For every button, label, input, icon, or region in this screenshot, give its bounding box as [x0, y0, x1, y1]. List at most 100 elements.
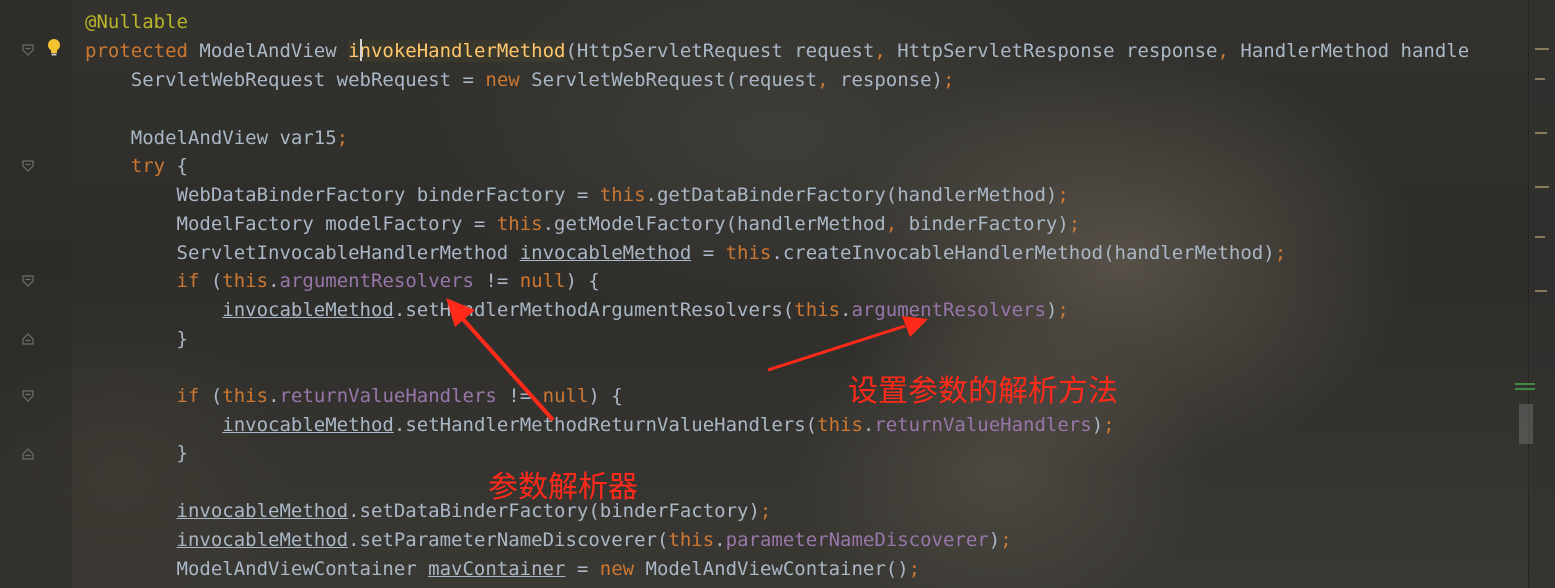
code-token: (	[199, 385, 223, 407]
code-token: )	[1091, 414, 1104, 436]
code-token: .getDataBinderFactory(handlerMethod)	[645, 184, 1058, 206]
keyword-token: this	[817, 414, 863, 436]
code-line-10: if (this.argumentResolvers != null) {	[85, 267, 600, 295]
code-line-1: @Nullable	[85, 8, 188, 36]
code-token: .setParameterNameDiscoverer(	[348, 529, 669, 551]
stripe-mark[interactable]	[1535, 78, 1545, 80]
code-token: ModelAndViewContainer()	[634, 558, 909, 580]
code-token: ModelFactory modelFactory =	[85, 213, 497, 235]
code-token: =	[565, 558, 600, 580]
code-line-14: if (this.returnValueHandlers != null) {	[85, 382, 623, 410]
keyword-token: null	[542, 385, 589, 407]
code-line-16: }	[85, 439, 188, 467]
code-line-18: invocableMethod.setDataBinderFactory(bin…	[85, 497, 772, 525]
keyword-token: this	[668, 529, 715, 551]
code-token: .	[268, 270, 280, 292]
variable-token[interactable]: invocableMethod	[177, 529, 349, 551]
stripe-mark[interactable]	[1535, 290, 1547, 292]
code-line-15: invocableMethod.setHandlerMethodReturnVa…	[85, 411, 1115, 439]
stripe-mark[interactable]	[1535, 236, 1545, 238]
code-token: !=	[473, 270, 520, 292]
semicolon-token: ;	[1068, 213, 1081, 235]
code-token: ModelAndView var15	[85, 127, 337, 149]
code-token: {	[165, 155, 188, 177]
text-caret	[360, 39, 362, 61]
code-token: .	[840, 299, 852, 321]
field-token[interactable]: returnValueHandlers	[280, 385, 497, 407]
semicolon-token: ;	[759, 500, 772, 522]
keyword-token: this	[599, 184, 646, 206]
comma-token: ,	[885, 213, 898, 235]
stripe-mark[interactable]	[1535, 48, 1549, 50]
code-token: ServletWebRequest webRequest =	[85, 69, 486, 91]
code-token: ModelAndViewContainer	[85, 558, 429, 580]
field-token[interactable]: argumentResolvers	[280, 270, 474, 292]
keyword-token: this	[794, 299, 841, 321]
code-token: (HttpServletRequest request	[565, 40, 875, 62]
code-token: )	[988, 529, 1001, 551]
code-token: ) {	[565, 270, 600, 292]
editor-scrollbar[interactable]	[1515, 0, 1555, 588]
code-line-12: }	[85, 325, 188, 353]
variable-token[interactable]: invocableMethod	[177, 500, 349, 522]
annotation-set-param-parser: 设置参数的解析方法	[848, 374, 1118, 409]
code-token: ModelAndView	[187, 40, 349, 62]
semicolon-token: ;	[336, 127, 349, 149]
comma-token: ,	[817, 69, 829, 91]
field-token[interactable]: argumentResolvers	[851, 299, 1045, 321]
annotation-param-resolver: 参数解析器	[488, 470, 638, 505]
stripe-mark[interactable]	[1535, 186, 1549, 188]
variable-token[interactable]: invocableMethod	[222, 414, 394, 436]
variable-token[interactable]: mavContainer	[428, 558, 565, 580]
code-line-8: ModelFactory modelFactory = this.getMode…	[85, 210, 1081, 238]
keyword-token: this	[222, 270, 269, 292]
annotation-token: @Nullable	[85, 11, 188, 33]
keyword-token: new	[599, 558, 635, 580]
code-token: HttpServletResponse response	[885, 40, 1218, 62]
stripe-change-mark[interactable]	[1515, 388, 1535, 390]
code-token: .getModelFactory(handlerMethod	[542, 213, 886, 235]
stripe-mark[interactable]	[1535, 132, 1547, 134]
code-token: !=	[496, 385, 543, 407]
semicolon-token: ;	[1000, 529, 1012, 551]
scroll-thumb[interactable]	[1519, 404, 1533, 444]
keyword-token: if	[176, 385, 200, 407]
method-name-token[interactable]: invokeHandlerMethod	[348, 40, 566, 62]
code-token: =	[691, 242, 726, 264]
comma-token: ,	[874, 40, 886, 62]
comma-token: ,	[1217, 40, 1229, 62]
code-line-6: try {	[85, 152, 188, 180]
keyword-token: this	[222, 385, 269, 407]
variable-token[interactable]: invocableMethod	[222, 299, 394, 321]
code-line-7: WebDataBinderFactory binderFactory = thi…	[85, 181, 1069, 209]
field-token[interactable]: returnValueHandlers	[874, 414, 1091, 436]
code-token: .	[714, 529, 726, 551]
code-line-5: ModelAndView var15;	[85, 124, 348, 152]
keyword-token: if	[176, 270, 200, 292]
stripe-change-mark[interactable]	[1515, 383, 1535, 385]
code-token: )	[1045, 299, 1058, 321]
code-editor[interactable]: @Nullable protected ModelAndView invokeH…	[0, 0, 1528, 588]
semicolon-token: ;	[1103, 414, 1115, 436]
code-token: }	[85, 442, 188, 464]
keyword-token: try	[130, 155, 166, 177]
code-token: .setHandlerMethodReturnValueHandlers(	[393, 414, 818, 436]
variable-token[interactable]: invocableMethod	[520, 242, 692, 264]
code-line-19: invocableMethod.setParameterNameDiscover…	[85, 526, 1012, 554]
code-line-11: invocableMethod.setHandlerMethodArgument…	[85, 296, 1069, 324]
code-token: }	[85, 328, 188, 350]
keyword-token: this	[496, 213, 543, 235]
semicolon-token: ;	[1274, 242, 1287, 264]
code-line-3: ServletWebRequest webRequest = new Servl…	[85, 66, 955, 94]
field-token[interactable]: parameterNameDiscoverer	[726, 529, 989, 551]
semicolon-token: ;	[1057, 299, 1069, 321]
code-token: .createInvocableHandlerMethod(handlerMet…	[771, 242, 1275, 264]
code-token: .	[862, 414, 875, 436]
code-token: .	[268, 385, 280, 407]
